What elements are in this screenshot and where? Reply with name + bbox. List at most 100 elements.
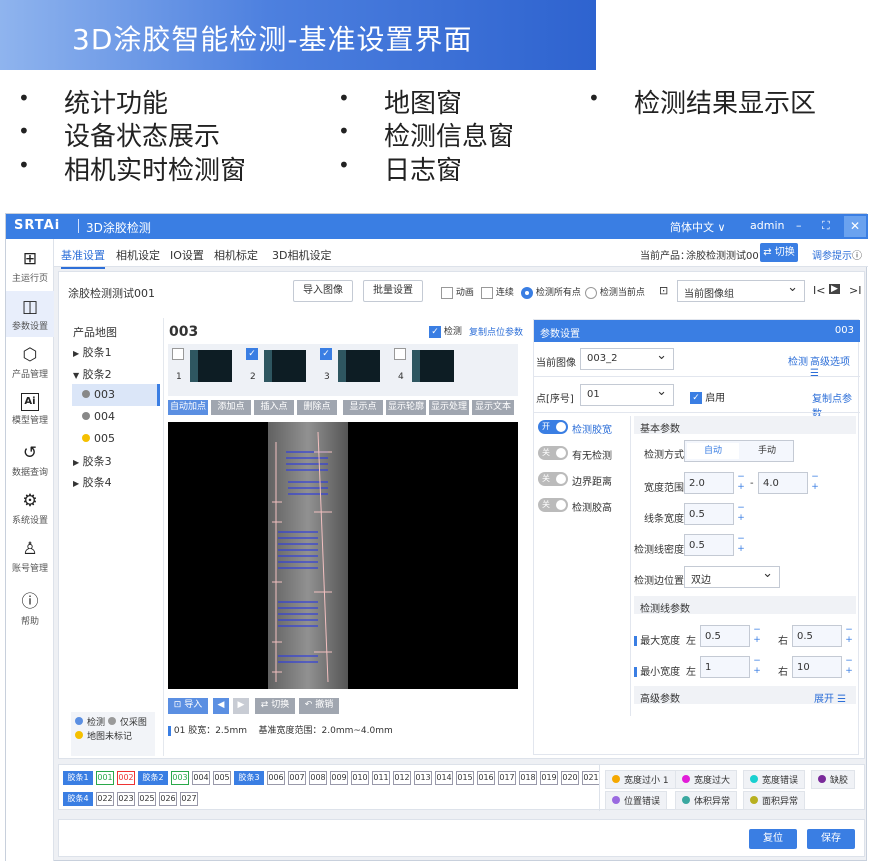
map-item-strip1[interactable]: ▶ 胶条1 — [73, 344, 112, 360]
continuous-checkbox[interactable]: 连续 — [481, 285, 514, 299]
width-max-input[interactable]: 4.0 — [758, 472, 808, 494]
point-chip[interactable]: 007 — [288, 771, 306, 785]
point-chip[interactable]: 胶条3 — [234, 771, 264, 785]
edge-position-select[interactable]: 双边 — [684, 566, 780, 588]
line-width-stepper[interactable]: − + — [736, 503, 746, 525]
sidebar-item-data[interactable]: ↺ 数据查询 — [6, 437, 54, 483]
delete-point-button[interactable]: 删除点 — [297, 400, 337, 415]
close-icon[interactable]: ✕ — [844, 216, 866, 237]
map-point-005[interactable]: 005 — [82, 432, 115, 445]
detect-checkbox[interactable]: ✓ 检测 — [429, 324, 462, 338]
map-item-strip2[interactable]: ▼ 胶条2 — [73, 366, 112, 382]
point-chip[interactable]: 016 — [477, 771, 495, 785]
maximize-icon[interactable]: ⛶ — [822, 219, 830, 233]
point-chip[interactable]: 011 — [372, 771, 390, 785]
tab-io[interactable]: IO设置 — [170, 247, 204, 263]
play-icon[interactable]: ▶ — [829, 284, 840, 294]
switch-product-button[interactable]: ⇄ 切换 — [760, 243, 798, 262]
width-min-stepper[interactable]: − + — [736, 472, 746, 494]
point-chip[interactable]: 004 — [192, 771, 210, 785]
current-image-select[interactable]: 003_2 — [580, 348, 674, 370]
save-button[interactable]: 保存 — [807, 829, 855, 849]
max-right-stepper[interactable]: − + — [844, 625, 854, 647]
switch-image-button[interactable]: ⇄ 切换 — [255, 698, 295, 714]
max-left-stepper[interactable]: − + — [752, 625, 762, 647]
batch-settings-button[interactable]: 批量设置 — [363, 280, 423, 302]
tab-calibration[interactable]: 相机标定 — [214, 247, 258, 263]
import-image-button[interactable]: 导入图像 — [293, 280, 353, 302]
detect-link[interactable]: 检测 — [788, 353, 808, 368]
point-chip[interactable]: 015 — [456, 771, 474, 785]
camera-image-viewer[interactable] — [168, 422, 518, 689]
reset-button[interactable]: 复位 — [749, 829, 797, 849]
info-icon[interactable]: ⓘ — [852, 247, 862, 262]
point-chip[interactable]: 005 — [213, 771, 231, 785]
point-chip[interactable]: 018 — [519, 771, 537, 785]
show-contour-button[interactable]: 显示轮廓 — [386, 400, 426, 415]
last-image-icon[interactable]: >I — [849, 284, 861, 297]
next-icon[interactable]: ▶ — [233, 698, 249, 714]
point-chip[interactable]: 010 — [351, 771, 369, 785]
point-chip[interactable]: 胶条2 — [138, 771, 168, 785]
point-chip[interactable]: 020 — [561, 771, 579, 785]
point-chip[interactable]: 025 — [138, 792, 156, 806]
point-chip[interactable]: 003 — [171, 771, 189, 785]
map-item-strip3[interactable]: ▶ 胶条3 — [73, 453, 112, 469]
point-chip[interactable]: 001 — [96, 771, 114, 785]
copy-point-params-link[interactable]: 复制点位参数 — [469, 325, 523, 338]
point-index-select[interactable]: 01 — [580, 384, 674, 406]
point-chip[interactable]: 017 — [498, 771, 516, 785]
detect-all-radio[interactable]: 检测所有点 — [521, 285, 581, 299]
point-chip[interactable]: 006 — [267, 771, 285, 785]
width-min-input[interactable]: 2.0 — [684, 472, 734, 494]
sidebar-item-main[interactable]: ⊞ 主运行页 — [6, 243, 54, 289]
point-chip[interactable]: 021 — [582, 771, 600, 785]
auto-add-point-button[interactable]: 自动加点 — [168, 400, 208, 415]
point-chip[interactable]: 013 — [414, 771, 432, 785]
show-processing-button[interactable]: 显示处理 — [429, 400, 469, 415]
show-points-button[interactable]: 显示点 — [343, 400, 383, 415]
param-help-link[interactable]: 调参提示 — [812, 247, 852, 262]
sidebar-item-help[interactable]: ⓘ 帮助 — [6, 581, 54, 627]
point-chip[interactable]: 胶条4 — [63, 792, 93, 806]
map-item-strip4[interactable]: ▶ 胶条4 — [73, 474, 112, 490]
point-chip[interactable]: 009 — [330, 771, 348, 785]
point-chip[interactable]: 胶条1 — [63, 771, 93, 785]
show-text-button[interactable]: 显示文本 — [472, 400, 514, 415]
width-max-stepper[interactable]: − + — [810, 472, 820, 494]
sidebar-item-params[interactable]: ◫ 参数设置 — [6, 291, 54, 337]
point-chip[interactable]: 002 — [117, 771, 135, 785]
map-point-003[interactable]: 003 — [72, 384, 160, 406]
user-name[interactable]: admin — [750, 219, 784, 232]
sidebar-item-product[interactable]: ⬡ 产品管理 — [6, 339, 54, 385]
point-chip[interactable]: 022 — [96, 792, 114, 806]
mode-auto-button[interactable]: 自动 — [687, 443, 739, 459]
point-chip[interactable]: 008 — [309, 771, 327, 785]
density-stepper[interactable]: − + — [736, 534, 746, 556]
tab-3d-camera[interactable]: 3D相机设定 — [272, 247, 331, 263]
point-chip[interactable]: 019 — [540, 771, 558, 785]
add-point-button[interactable]: 添加点 — [211, 400, 251, 415]
min-left-input[interactable]: 1 — [700, 656, 750, 678]
first-image-icon[interactable]: I< — [813, 284, 825, 297]
sidebar-item-model[interactable]: Ai 模型管理 — [6, 387, 54, 433]
point-chip[interactable]: 026 — [159, 792, 177, 806]
point-chip[interactable]: 027 — [180, 792, 198, 806]
point-chip[interactable]: 023 — [117, 792, 135, 806]
enable-checkbox[interactable]: ✓ 启用 — [690, 389, 725, 404]
image-group-select[interactable]: 当前图像组 — [677, 280, 805, 302]
point-chip[interactable]: 014 — [435, 771, 453, 785]
sidebar-item-account[interactable]: ♙ 账号管理 — [6, 533, 54, 579]
min-right-stepper[interactable]: − + — [844, 656, 854, 678]
prev-icon[interactable]: ◀ — [213, 698, 229, 714]
min-right-input[interactable]: 10 — [792, 656, 842, 678]
tab-baseline[interactable]: 基准设置 — [61, 247, 105, 269]
point-chip[interactable]: 012 — [393, 771, 411, 785]
sidebar-item-system[interactable]: ⚙ 系统设置 — [6, 485, 54, 531]
expand-button[interactable]: 展开 ☰ — [814, 690, 846, 705]
min-left-stepper[interactable]: − + — [752, 656, 762, 678]
insert-point-button[interactable]: 插入点 — [254, 400, 294, 415]
line-width-input[interactable]: 0.5 — [684, 503, 734, 525]
detect-current-radio[interactable]: 检测当前点 — [585, 285, 645, 299]
language-select[interactable]: 简体中文 ∨ — [670, 219, 726, 235]
